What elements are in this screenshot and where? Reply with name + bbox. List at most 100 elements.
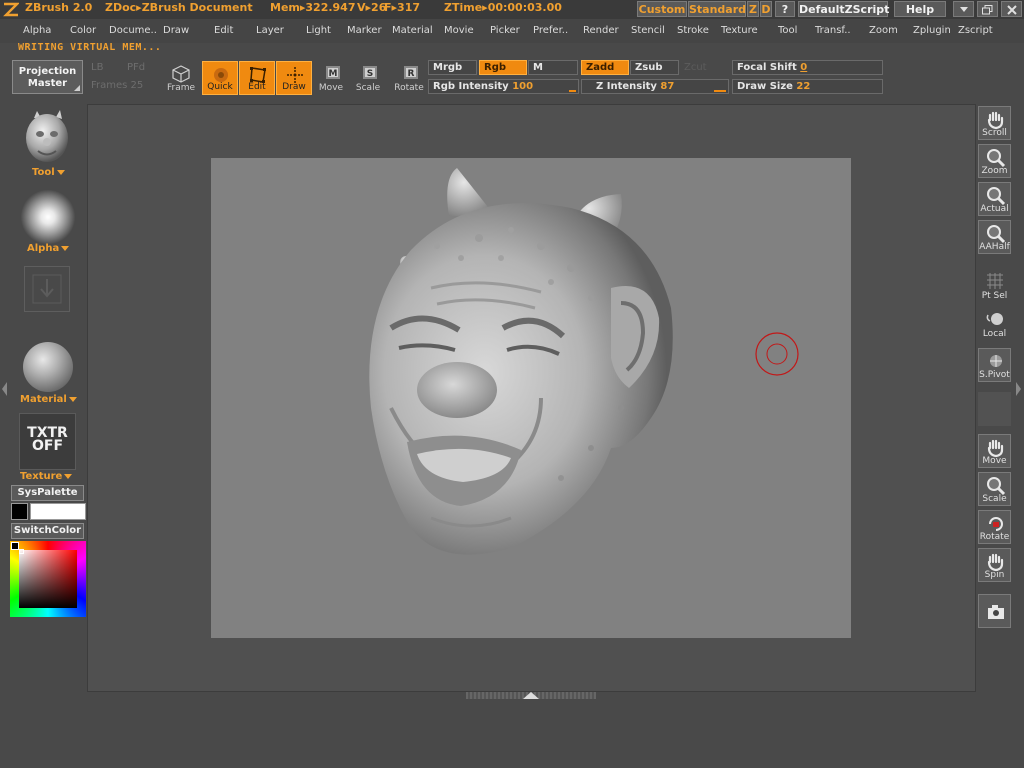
switchcolor-button[interactable]: SwitchColor	[11, 523, 84, 539]
help-button[interactable]: Help	[894, 1, 946, 17]
scale-icon: S	[363, 66, 377, 79]
menu-picker[interactable]: Picker	[490, 25, 520, 36]
menu-light[interactable]: Light	[306, 25, 331, 36]
draw-size-slider[interactable]: Draw Size 22	[732, 79, 883, 94]
zsub-button[interactable]: Zsub	[630, 60, 679, 75]
pfd-button[interactable]: PFd	[127, 62, 145, 73]
move-button[interactable]: M Move	[313, 61, 349, 95]
ptsel-button[interactable]: Pt Sel	[978, 268, 1011, 302]
rgb-button[interactable]: Rgb	[479, 60, 527, 75]
spin-label: Spin	[984, 570, 1005, 580]
color-picker-square[interactable]	[19, 550, 77, 608]
scale-button[interactable]: S Scale	[350, 61, 386, 95]
material-thumbnail[interactable]	[23, 342, 73, 392]
frame-button[interactable]: Frame	[163, 61, 199, 95]
frames-slider[interactable]: Frames 25	[91, 80, 143, 91]
standard-layout-button[interactable]: Standard	[688, 1, 746, 17]
menu-material[interactable]: Material	[392, 25, 433, 36]
snapshot-button[interactable]	[978, 594, 1011, 628]
material-menu-button[interactable]: Material	[20, 394, 77, 405]
rotate-view-button[interactable]: Rotate	[978, 510, 1011, 544]
focal-shift-slider[interactable]: Focal Shift 0	[732, 60, 883, 75]
tool-label: Tool	[32, 167, 55, 178]
document-canvas[interactable]	[211, 158, 851, 638]
menu-color[interactable]: Color	[70, 25, 96, 36]
menu-transform[interactable]: Transf..	[815, 25, 851, 36]
rgb-intensity-slider[interactable]: Rgb Intensity 100	[428, 79, 579, 94]
menu-tool[interactable]: Tool	[778, 25, 797, 36]
menu-zscript[interactable]: Zscript	[958, 25, 993, 36]
left-tray-toggle[interactable]	[0, 380, 8, 401]
z-button[interactable]: Z	[747, 1, 759, 17]
menu-preferences[interactable]: Prefer..	[533, 25, 568, 36]
alpha-thumbnail[interactable]	[21, 190, 75, 244]
rotate-button[interactable]: R Rotate	[391, 61, 427, 95]
mrgb-button[interactable]: Mrgb	[428, 60, 477, 75]
local-button[interactable]: Local	[978, 306, 1011, 340]
zbrush-logo-icon[interactable]	[3, 2, 20, 17]
texture-label: Texture	[20, 471, 63, 482]
verts-readout: V▸26	[357, 1, 387, 14]
spin-button[interactable]: Spin	[978, 548, 1011, 582]
alpha-menu-button[interactable]: Alpha	[27, 243, 70, 254]
m-button[interactable]: M	[528, 60, 578, 75]
projection-master-button[interactable]: Projection Master	[12, 60, 83, 94]
faces-readout: F▸317	[384, 1, 420, 14]
d-button[interactable]: D	[760, 1, 772, 17]
menu-movie[interactable]: Movie	[444, 25, 474, 36]
move-view-button[interactable]: Move	[978, 434, 1011, 468]
texture-menu-button[interactable]: Texture	[20, 471, 73, 482]
texture-thumbnail[interactable]: TXTR OFF	[19, 413, 76, 470]
menu-edit[interactable]: Edit	[214, 25, 233, 36]
bottom-tray-handle[interactable]	[466, 692, 596, 699]
menu-marker[interactable]: Marker	[347, 25, 382, 36]
tool-thumbnail[interactable]	[22, 108, 72, 166]
aahalf-label: AAHalf	[979, 242, 1010, 252]
scale-view-button[interactable]: Scale	[978, 472, 1011, 506]
lightbox-button[interactable]: LB	[91, 62, 103, 73]
menu-stroke[interactable]: Stroke	[677, 25, 709, 36]
menu-draw[interactable]: Draw	[163, 25, 189, 36]
color-picker[interactable]	[10, 541, 86, 617]
draw-button[interactable]: Draw	[276, 61, 312, 95]
menu-layer[interactable]: Layer	[256, 25, 284, 36]
menu-texture[interactable]: Texture	[721, 25, 758, 36]
move-icon: M	[326, 66, 340, 79]
main-color-swatch[interactable]	[11, 503, 28, 520]
menu-render[interactable]: Render	[583, 25, 619, 36]
focal-shift-label: Focal Shift	[737, 62, 797, 73]
zadd-button[interactable]: Zadd	[581, 60, 629, 75]
menu-zplugin[interactable]: Zplugin	[913, 25, 951, 36]
chevron-left-icon	[2, 382, 7, 396]
restore-button[interactable]	[977, 1, 998, 17]
quick-button[interactable]: Quick	[202, 61, 238, 95]
secondary-color-swatch[interactable]	[30, 503, 86, 520]
syspalette-button[interactable]: SysPalette	[11, 485, 84, 501]
actual-button[interactable]: Actual	[978, 182, 1011, 216]
minimize-button[interactable]	[953, 1, 974, 17]
hue-marker	[11, 542, 19, 550]
menu-document[interactable]: Docume..	[109, 25, 157, 36]
tool-menu-button[interactable]: Tool	[32, 167, 65, 178]
hand-icon	[987, 439, 1004, 458]
menu-alpha[interactable]: Alpha	[23, 25, 51, 36]
z-intensity-slider[interactable]: Z Intensity 87	[581, 79, 729, 94]
custom-layout-button[interactable]: Custom	[637, 1, 687, 17]
move-label: Move	[318, 83, 344, 93]
sculpted-head-model[interactable]	[211, 158, 851, 638]
menu-zoom[interactable]: Zoom	[869, 25, 898, 36]
zcut-button[interactable]: Zcut	[684, 62, 707, 73]
document-name[interactable]: ZDoc▸ZBrush Document	[105, 1, 253, 14]
default-zscript-button[interactable]: DefaultZScript	[798, 1, 889, 17]
aahalf-button[interactable]: AAHalf	[978, 220, 1011, 254]
stroke-thumbnail[interactable]	[24, 266, 70, 312]
spivot-button[interactable]: S.Pivot	[978, 348, 1011, 382]
right-tray-toggle[interactable]	[1015, 380, 1023, 401]
zoom-button[interactable]: Zoom	[978, 144, 1011, 178]
close-button[interactable]	[1001, 1, 1022, 17]
menu-stencil[interactable]: Stencil	[631, 25, 665, 36]
scroll-button[interactable]: Scroll	[978, 106, 1011, 140]
help-question-button[interactable]: ?	[775, 1, 795, 17]
edit-button[interactable]: Edit	[239, 61, 275, 95]
camera-icon	[988, 605, 1004, 619]
